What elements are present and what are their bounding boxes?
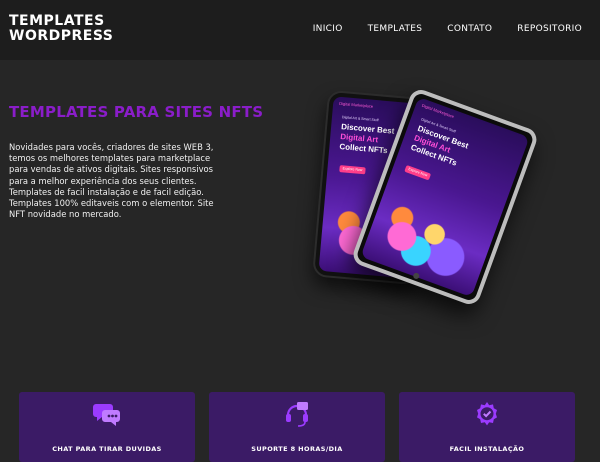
gear-check-icon — [477, 402, 497, 426]
features-row: CHAT PARA TIRAR DUVIDAS SUPORTE 8 HORAS/… — [0, 392, 600, 462]
feature-label: SUPORTE 8 HORAS/DIA — [251, 445, 343, 453]
screen-tagline: Digital Art & Smart Stuff — [341, 115, 379, 123]
logo-line-1: TEMPLATES — [9, 13, 105, 29]
site-logo[interactable]: TEMPLATES WORDPRESS — [9, 14, 113, 44]
nav-item-templates[interactable]: TEMPLATES — [368, 24, 423, 34]
screen-brand: Digital Marketplace — [421, 102, 455, 120]
screen-explore-button: Explore Now — [404, 164, 432, 181]
chat-bubbles-icon — [93, 404, 120, 426]
feature-label: CHAT PARA TIRAR DUVIDAS — [52, 445, 162, 453]
hero-title: TEMPLATES PARA SITES NFTS — [9, 103, 264, 121]
headset-support-icon — [286, 402, 308, 427]
nav-item-inicio[interactable]: INICIO — [313, 24, 343, 34]
feature-card-install: FACIL INSTALAÇÃO — [399, 392, 575, 462]
logo-line-2: WORDPRESS — [9, 28, 114, 44]
hero-description: Novidades para vocês, criadores de sites… — [9, 142, 214, 220]
screen-heading-3: Collect NFTs — [339, 142, 388, 156]
feature-card-chat: CHAT PARA TIRAR DUVIDAS — [19, 392, 195, 462]
device-mockup-image: Digital Marketplace Digital Art & Smart … — [306, 86, 540, 308]
screen-brand: Digital Marketplace — [338, 100, 374, 109]
site-header: TEMPLATES WORDPRESS INICIO TEMPLATES CON… — [0, 0, 600, 60]
feature-card-support: SUPORTE 8 HORAS/DIA — [209, 392, 385, 462]
screen-explore-button: Explore Now — [339, 165, 366, 175]
nav-item-contato[interactable]: CONTATO — [447, 24, 492, 34]
feature-label: FACIL INSTALAÇÃO — [449, 445, 525, 453]
main-nav: INICIO TEMPLATES CONTATO REPOSITORIO — [313, 24, 582, 34]
home-button-icon — [412, 272, 421, 280]
nav-item-repositorio[interactable]: REPOSITORIO — [517, 24, 582, 34]
